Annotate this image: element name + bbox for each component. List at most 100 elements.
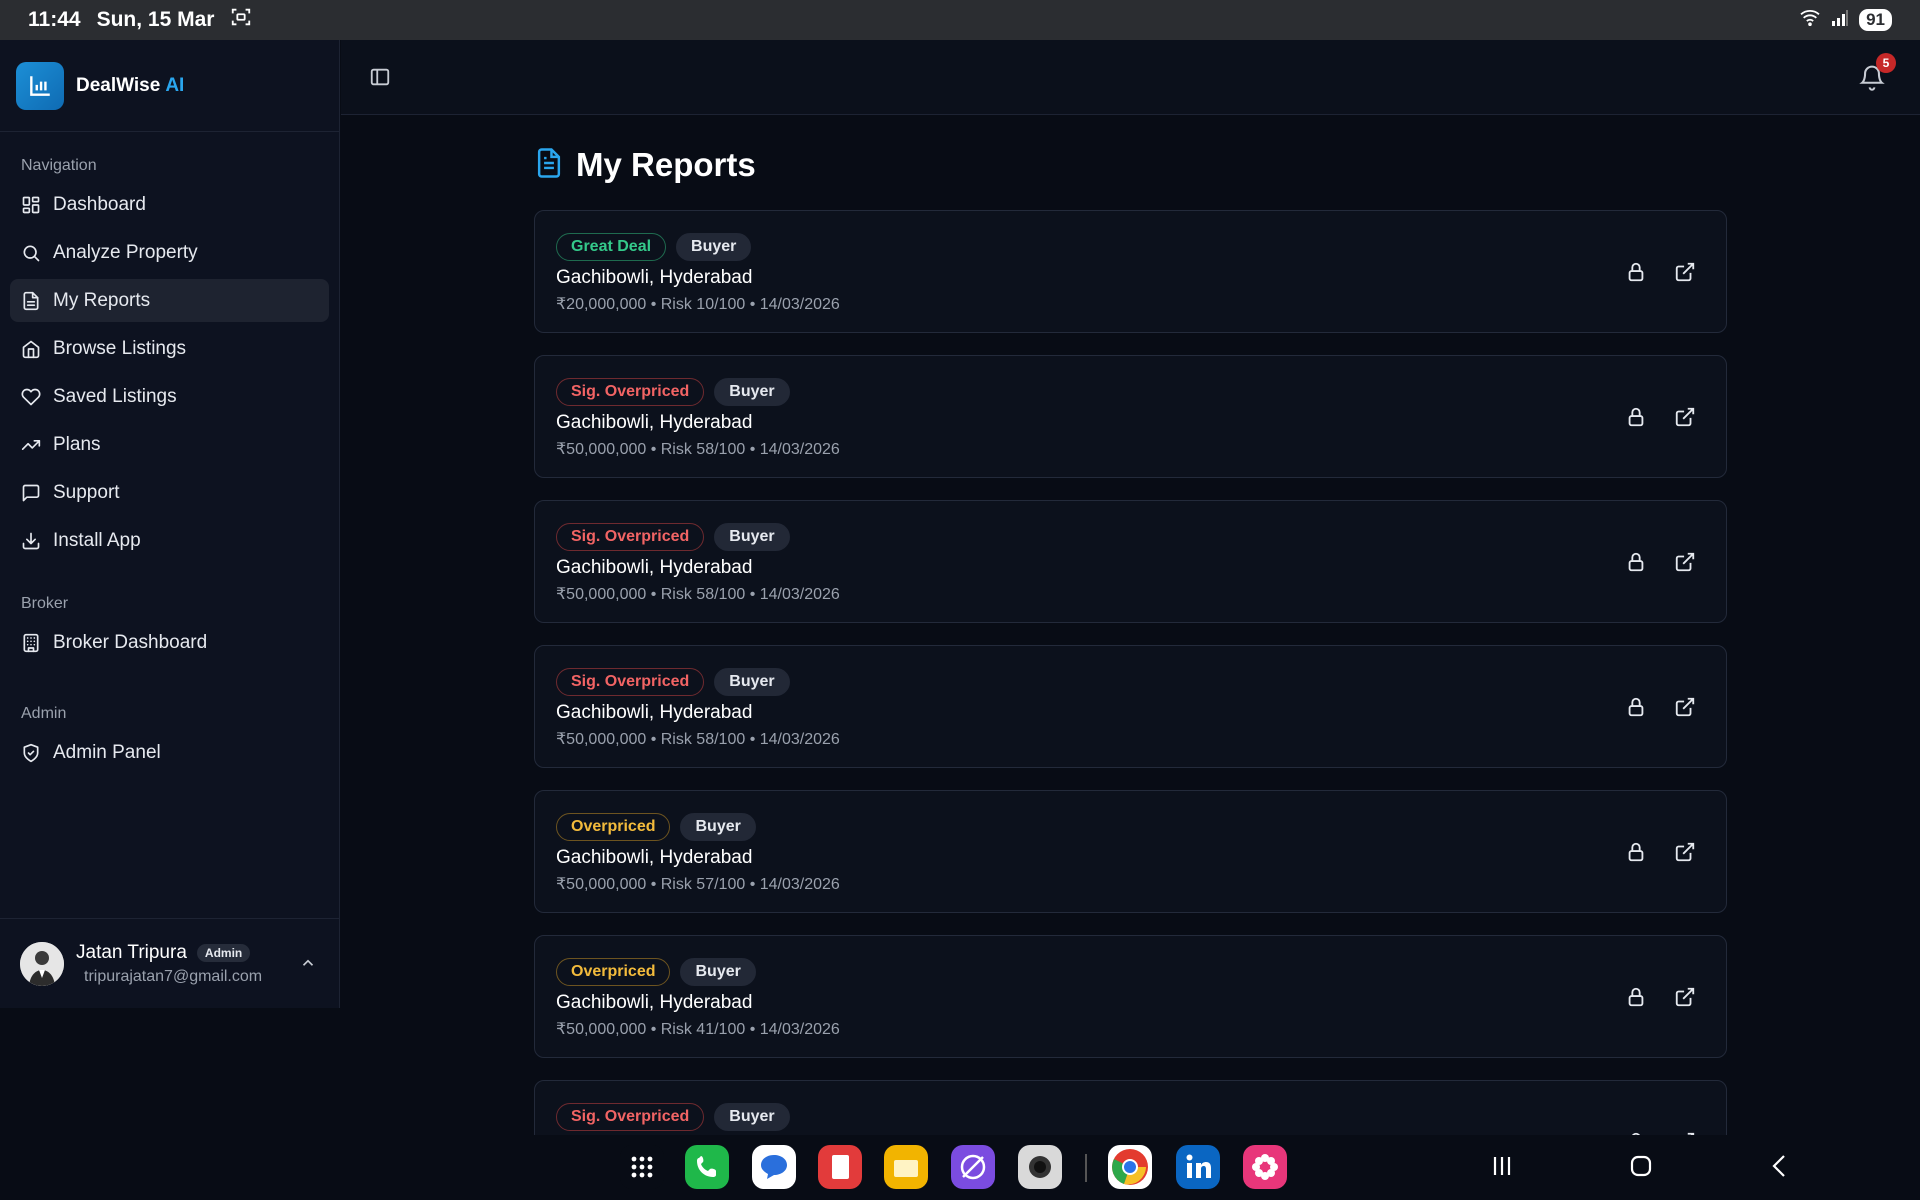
home-icon (21, 339, 41, 359)
sidebar-item-label: Plans (53, 433, 101, 455)
linkedin-icon[interactable] (1176, 1145, 1220, 1189)
recent-apps-icon[interactable] (1489, 1153, 1515, 1184)
deal-status-badge: Sig. Overpriced (556, 668, 705, 696)
external-link-icon[interactable] (1674, 696, 1696, 723)
lock-icon[interactable] (1625, 551, 1647, 578)
files-icon[interactable] (884, 1145, 928, 1189)
sidebar-item-label: Analyze Property (53, 241, 198, 263)
role-badge: Buyer (714, 378, 790, 406)
report-location: Gachibowli, Hyderabad (556, 992, 753, 1013)
section-label: Admin (21, 705, 67, 722)
sidebar-item-label: Install App (53, 529, 141, 551)
user-menu[interactable]: Jatan Tripura Admin tripurajatan7@gmail.c… (0, 918, 339, 1008)
report-location: Gachibowli, Hyderabad (556, 267, 753, 288)
messages-icon[interactable] (752, 1145, 796, 1189)
report-meta: ₹20,000,000 • Risk 10/100 • 14/03/2026 (556, 296, 840, 313)
notifications-button[interactable]: 5 (1858, 53, 1896, 97)
report-meta: ₹50,000,000 • Risk 58/100 • 14/03/2026 (556, 441, 840, 458)
browser-icon[interactable] (951, 1145, 995, 1189)
user-name: Jatan Tripura (76, 941, 187, 963)
section-label: Broker (21, 595, 69, 612)
sidebar-item-admin-panel[interactable]: Admin Panel (10, 731, 329, 774)
heart-icon (21, 387, 41, 407)
report-card[interactable]: Overpriced Buyer Gachibowli, Hyderabad ₹50,… (534, 790, 1727, 913)
report-card[interactable]: Sig. Overpriced Buyer Gachibowli, Hyderaba… (534, 645, 1727, 768)
sidebar-item-plans[interactable]: Plans (10, 423, 329, 466)
report-card[interactable]: Sig. Overpriced Buyer Gachibowli, Hyderaba… (534, 500, 1727, 623)
sidebar-item-dashboard[interactable]: Dashboard (10, 183, 329, 226)
report-meta: ₹50,000,000 • Risk 57/100 • 14/03/2026 (556, 876, 840, 893)
home-icon[interactable] (1628, 1153, 1654, 1184)
external-link-icon[interactable] (1674, 406, 1696, 433)
shield-check-icon (21, 743, 41, 763)
nav-section-navigation: Navigation Dashboard Analyze Property My Re… (0, 154, 339, 562)
deal-status-badge: Great Deal (556, 233, 667, 261)
sidebar-item-label: Support (53, 481, 120, 503)
sidebar-toggle-icon[interactable] (369, 66, 391, 93)
dashboard-icon (21, 195, 41, 215)
document-icon (534, 147, 564, 184)
external-link-icon[interactable] (1674, 841, 1696, 868)
report-card[interactable]: Overpriced Buyer Gachibowli, Hyderabad ₹50,… (534, 935, 1727, 1058)
report-location: Gachibowli, Hyderabad (556, 847, 753, 868)
phone-icon[interactable] (685, 1145, 729, 1189)
deal-status-badge: Sig. Overpriced (556, 1103, 705, 1131)
role-badge: Admin (196, 943, 251, 962)
role-badge: Buyer (680, 958, 756, 986)
status-time: 11:44 (28, 8, 81, 31)
sidebar-item-label: Saved Listings (53, 385, 177, 407)
top-header: 5 (341, 40, 1920, 115)
app-drawer-icon[interactable] (620, 1145, 664, 1189)
report-card[interactable]: Sig. Overpriced Buyer Gachibowli, Hyderaba… (534, 355, 1727, 478)
report-location: Gachibowli, Hyderabad (556, 412, 753, 433)
sidebar-item-support[interactable]: Support (10, 471, 329, 514)
sidebar-item-broker-dashboard[interactable]: Broker Dashboard (10, 621, 329, 664)
deal-status-badge: Sig. Overpriced (556, 523, 705, 551)
status-date: Sun, 15 Mar (96, 8, 215, 31)
lock-icon[interactable] (1625, 696, 1647, 723)
wifi-icon (1799, 8, 1821, 32)
sidebar-item-browse-listings[interactable]: Browse Listings (10, 327, 329, 370)
gallery-icon[interactable] (1243, 1145, 1287, 1189)
sidebar-item-my-reports[interactable]: My Reports (10, 279, 329, 322)
dock-divider (1085, 1154, 1087, 1182)
back-icon[interactable] (1767, 1153, 1793, 1184)
external-link-icon[interactable] (1674, 261, 1696, 288)
battery-level: 91 (1859, 9, 1892, 31)
report-card[interactable]: Sig. Overpriced Buyer (534, 1080, 1727, 1135)
search-icon (21, 243, 41, 263)
external-link-icon[interactable] (1674, 551, 1696, 578)
signal-icon (1831, 8, 1849, 32)
sidebar-item-saved-listings[interactable]: Saved Listings (10, 375, 329, 418)
report-meta: ₹50,000,000 • Risk 41/100 • 14/03/2026 (556, 1021, 840, 1038)
sidebar-item-install-app[interactable]: Install App (10, 519, 329, 562)
chrome-icon[interactable] (1108, 1145, 1152, 1189)
sidebar: DealWise AI Navigation Dashboard Analyze Pr… (0, 40, 340, 1008)
notes-icon[interactable] (818, 1145, 862, 1189)
deal-status-badge: Overpriced (556, 813, 671, 841)
external-link-icon[interactable] (1674, 986, 1696, 1013)
report-card[interactable]: Great Deal Buyer Gachibowli, Hyderabad ₹20,… (534, 210, 1727, 333)
chevron-up-icon[interactable] (299, 954, 317, 977)
sidebar-item-label: My Reports (53, 289, 151, 311)
sidebar-item-analyze-property[interactable]: Analyze Property (10, 231, 329, 274)
building-icon (21, 633, 41, 653)
role-badge: Buyer (676, 233, 752, 261)
lock-icon[interactable] (1625, 986, 1647, 1013)
deal-status-badge: Sig. Overpriced (556, 378, 705, 406)
brand-name: DealWise AI (76, 74, 185, 96)
avatar (20, 941, 64, 986)
camera-icon[interactable] (1018, 1145, 1062, 1189)
notification-count-badge: 5 (1876, 53, 1896, 73)
download-icon (21, 531, 41, 551)
lock-icon[interactable] (1625, 841, 1647, 868)
brand[interactable]: DealWise AI (0, 40, 339, 132)
lock-icon[interactable] (1625, 406, 1647, 433)
sidebar-item-label: Broker Dashboard (53, 631, 208, 653)
message-icon (21, 483, 41, 503)
status-bar: 11:44 Sun, 15 Mar 91 (0, 0, 1920, 40)
system-dock (0, 1135, 1920, 1200)
lock-icon[interactable] (1625, 261, 1647, 288)
section-label: Navigation (21, 157, 97, 174)
reports-list: Great Deal Buyer Gachibowli, Hyderabad ₹20,… (534, 210, 1727, 1135)
